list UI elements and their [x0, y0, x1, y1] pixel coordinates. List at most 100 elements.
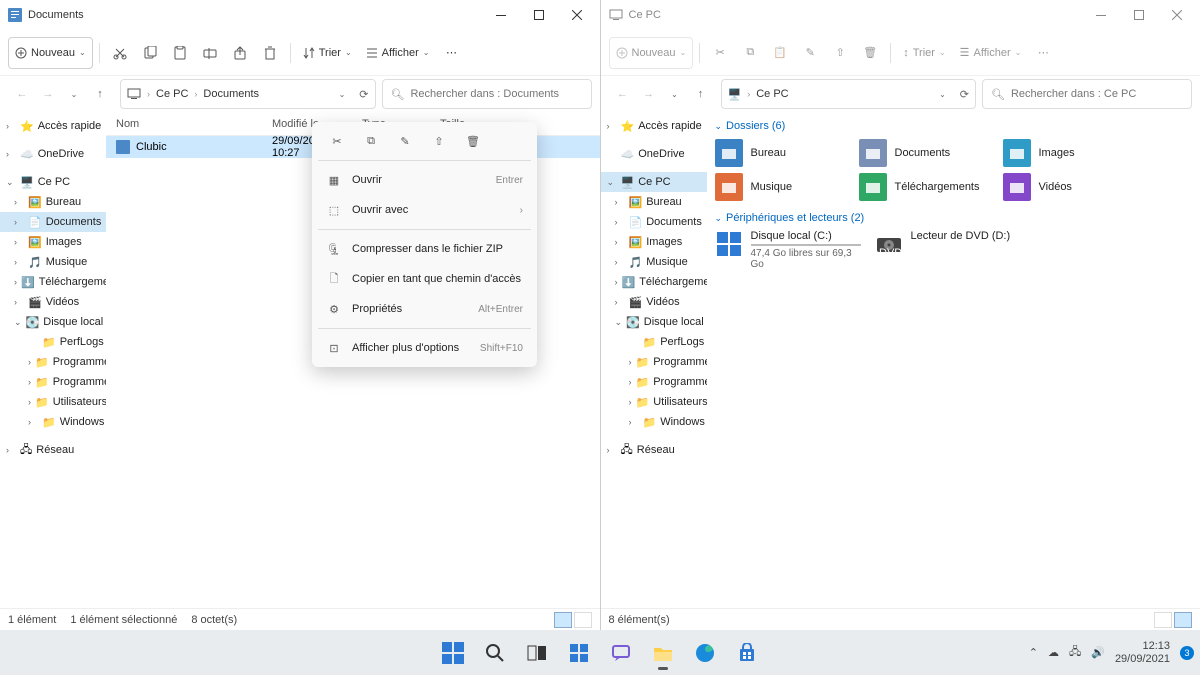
tree-videos[interactable]: ›🎬Vidéos	[601, 292, 707, 312]
view-button[interactable]: Afficher⌄	[360, 37, 436, 69]
close-button[interactable]	[562, 0, 592, 30]
nav-forward-button[interactable]: →	[40, 88, 56, 100]
search-button[interactable]	[476, 634, 514, 672]
tree-windows[interactable]: ›📁Windows	[0, 412, 106, 432]
volume-tray-icon[interactable]: 🔊	[1091, 646, 1105, 659]
tree-this-pc[interactable]: ⌄🖥️Ce PC	[601, 172, 707, 192]
breadcrumb-dropdown[interactable]: ⌄	[339, 90, 346, 99]
drive-dvd[interactable]: DVD Lecteur de DVD (D:)	[871, 228, 1031, 272]
taskview-button[interactable]	[518, 634, 556, 672]
tree-onedrive[interactable]: ☁️OneDrive	[601, 144, 707, 164]
ctx-rename-button[interactable]: ✎	[394, 130, 416, 152]
chevron-down-icon[interactable]: ⌄	[66, 88, 82, 100]
ctx-zip[interactable]: 🗜Compresser dans le fichier ZIP	[316, 234, 533, 264]
tree-perflogs[interactable]: 📁PerfLogs	[601, 332, 707, 352]
tree-documents[interactable]: ›📄Documents	[0, 212, 106, 232]
more-button[interactable]: ⋯	[437, 37, 465, 69]
tree-downloads[interactable]: ›⬇️Téléchargements	[0, 272, 106, 292]
ctx-more-options[interactable]: ⊡Afficher plus d'optionsShift+F10	[316, 333, 533, 363]
view-button[interactable]: ☰ Afficher⌄	[954, 37, 1028, 69]
ctx-open-with[interactable]: ⬚Ouvrir avec›	[316, 195, 533, 225]
folders-header[interactable]: ⌄Dossiers (6)	[715, 120, 1200, 132]
view-large-button[interactable]	[1174, 612, 1192, 628]
breadcrumb[interactable]: Documents	[203, 88, 259, 100]
folder-tile[interactable]: Vidéos	[999, 170, 1143, 204]
refresh-button[interactable]: ⟳	[960, 88, 969, 101]
ctx-share-button[interactable]: ⇧	[428, 130, 450, 152]
view-large-button[interactable]	[574, 612, 592, 628]
address-bar[interactable]: 🖥️ › Ce PC ⌄ ⟳	[721, 79, 977, 109]
tree-local-disk[interactable]: ⌄💽Disque local (C:)	[601, 312, 707, 332]
close-button[interactable]	[1162, 0, 1192, 30]
ctx-copy-path[interactable]: 🗋Copier en tant que chemin d'accès	[316, 264, 533, 294]
store-button[interactable]	[728, 634, 766, 672]
search-box[interactable]: 🔍︎	[382, 79, 592, 109]
maximize-button[interactable]	[1124, 0, 1154, 30]
tree-downloads[interactable]: ›⬇️Téléchargements	[601, 272, 707, 292]
network-tray-icon[interactable]: 🖧	[1069, 643, 1081, 662]
tree-programs[interactable]: ›📁Programmes	[0, 352, 106, 372]
folder-tile[interactable]: Téléchargements	[855, 170, 999, 204]
ctx-cut-button[interactable]: ✂	[326, 130, 348, 152]
new-button[interactable]: Nouveau⌄	[8, 37, 93, 69]
clock[interactable]: 12:13 29/09/2021	[1115, 640, 1170, 664]
maximize-button[interactable]	[524, 0, 554, 30]
copy-button[interactable]	[136, 37, 164, 69]
notifications-button[interactable]: 3	[1180, 646, 1194, 660]
chat-button[interactable]	[602, 634, 640, 672]
folder-tile[interactable]: Musique	[711, 170, 855, 204]
tree-desktop[interactable]: ›🖼️Bureau	[601, 192, 707, 212]
ctx-delete-button[interactable]: 🗑	[462, 130, 484, 152]
tree-quick-access[interactable]: ›⭐Accès rapide	[0, 116, 106, 136]
new-button[interactable]: Nouveau⌄	[609, 37, 694, 69]
drives-header[interactable]: ⌄Périphériques et lecteurs (2)	[715, 212, 1200, 224]
tray-chevron-icon[interactable]: ⌃	[1029, 646, 1038, 659]
tree-windows[interactable]: ›📁Windows	[601, 412, 707, 432]
tree-music[interactable]: ›🎵Musique	[0, 252, 106, 272]
tree-music[interactable]: ›🎵Musique	[601, 252, 707, 272]
tree-programs86[interactable]: ›📁Programmes (x86)	[601, 372, 707, 392]
sort-button[interactable]: ↕ Trier⌄	[897, 37, 951, 69]
nav-up-button[interactable]: ↑	[92, 88, 108, 100]
tree-users[interactable]: ›📁Utilisateurs	[0, 392, 106, 412]
tree-images[interactable]: ›🖼️Images	[0, 232, 106, 252]
folder-tile[interactable]: Documents	[855, 136, 999, 170]
paste-button[interactable]	[166, 37, 194, 69]
tree-programs[interactable]: ›📁Programmes	[601, 352, 707, 372]
search-input[interactable]	[410, 88, 582, 100]
ctx-open[interactable]: ▦OuvrirEntrer	[316, 165, 533, 195]
breadcrumb[interactable]: Ce PC	[156, 88, 188, 100]
tree-local-disk[interactable]: ⌄💽Disque local (C:)	[0, 312, 106, 332]
nav-up-button[interactable]: ↑	[693, 88, 709, 100]
tree-onedrive[interactable]: ›☁️OneDrive	[0, 144, 106, 164]
breadcrumb-dropdown[interactable]: ⌄	[939, 90, 946, 99]
ctx-properties[interactable]: ⚙PropriétésAlt+Entrer	[316, 294, 533, 324]
view-details-button[interactable]	[1154, 612, 1172, 628]
edge-button[interactable]	[686, 634, 724, 672]
onedrive-tray-icon[interactable]: ☁	[1048, 646, 1059, 659]
explorer-button[interactable]	[644, 634, 682, 672]
tree-this-pc[interactable]: ⌄🖥️Ce PC	[0, 172, 106, 192]
folder-tile[interactable]: Images	[999, 136, 1143, 170]
tree-network[interactable]: ›🖧Réseau	[0, 440, 106, 460]
nav-forward-button[interactable]: →	[641, 88, 657, 100]
tree-quick-access[interactable]: ›⭐Accès rapide	[601, 116, 707, 136]
folder-tile[interactable]: Bureau	[711, 136, 855, 170]
tree-programs86[interactable]: ›📁Programmes (x86)	[0, 372, 106, 392]
rename-button[interactable]	[196, 37, 224, 69]
nav-back-button[interactable]: ←	[14, 88, 30, 100]
nav-back-button[interactable]: ←	[615, 88, 631, 100]
search-box[interactable]: 🔍︎	[982, 79, 1192, 109]
tree-users[interactable]: ›📁Utilisateurs	[601, 392, 707, 412]
tree-videos[interactable]: ›🎬Vidéos	[0, 292, 106, 312]
refresh-button[interactable]: ⟳	[359, 88, 368, 101]
tree-documents[interactable]: ›📄Documents	[601, 212, 707, 232]
more-button[interactable]: ⋯	[1029, 37, 1057, 69]
sort-button[interactable]: Trier⌄	[297, 37, 358, 69]
cut-button[interactable]	[106, 37, 134, 69]
tree-network[interactable]: ›🖧Réseau	[601, 440, 707, 460]
tree-images[interactable]: ›🖼️Images	[601, 232, 707, 252]
drive-c[interactable]: Disque local (C:) 47,4 Go libres sur 69,…	[711, 228, 871, 272]
minimize-button[interactable]	[1086, 0, 1116, 30]
widgets-button[interactable]	[560, 634, 598, 672]
